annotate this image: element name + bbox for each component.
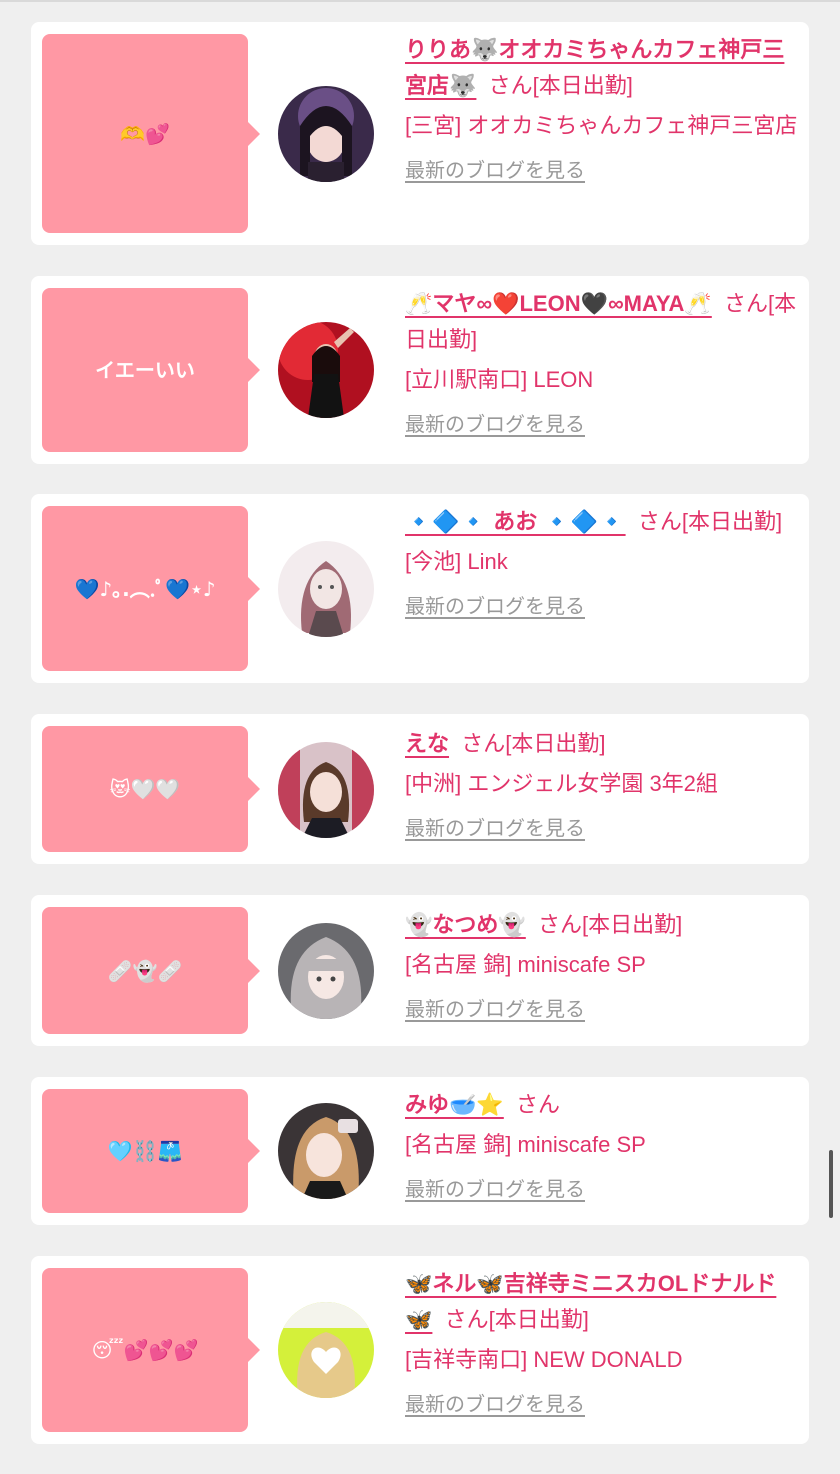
- blog-entry-card: 🩵⛓️🩳 みゆ🥣⭐️ さん [名古屋 錦] miniscafe SP 最新のブログ…: [31, 1077, 809, 1225]
- latest-blog-link[interactable]: 最新のブログを見る: [405, 997, 585, 1023]
- name-suffix: さん[本日出勤]: [461, 731, 606, 756]
- name-suffix: さん[本日出勤]: [444, 1307, 589, 1332]
- entry-info: えな さん[本日出勤] [中洲] エンジェル女学園 3年2組 最新のブログを見る: [405, 726, 801, 846]
- blog-entry-list: 🫶💕 りりあ🐺オオカミちゃんカフェ神戸三宮店🐺 さん[本日出勤] [三宮] オオカ…: [0, 0, 840, 1474]
- girl-name-link[interactable]: 🥂マヤ∞❤️LEON🖤∞MAYA🥂: [405, 291, 712, 316]
- message-bubble: 🩵⛓️🩳: [42, 1089, 260, 1213]
- message-text: 🩹👻🩹: [107, 958, 183, 983]
- message-text: 🫶💕: [120, 121, 170, 146]
- shop-name: [中洲] エンジェル女学園 3年2組: [405, 771, 718, 796]
- shop-name: [名古屋 錦] miniscafe SP: [405, 1132, 646, 1157]
- avatar-image: [278, 541, 374, 637]
- avatar-image: [278, 742, 374, 838]
- blog-entry-card: イエーいい 🥂マヤ∞❤️LEON🖤∞MAYA🥂 さん[本日出勤] [立川駅南口] …: [31, 276, 809, 464]
- name-suffix: さん[本日出勤]: [538, 912, 683, 937]
- avatar[interactable]: [278, 1103, 374, 1199]
- entry-info: 👻なつめ👻 さん[本日出勤] [名古屋 錦] miniscafe SP 最新のブロ…: [405, 907, 801, 1027]
- message-bubble: 💙♪｡.︵.ﾟ💙⋆♪: [42, 506, 260, 671]
- shop-name: [三宮] オオカミちゃんカフェ神戸三宮店: [405, 113, 798, 138]
- message-text: 😻🤍🤍: [109, 777, 181, 801]
- shop-name: [今池] Link: [405, 549, 508, 574]
- message-text: 🩵⛓️🩳: [107, 1139, 183, 1163]
- blog-entry-card: 🫶💕 りりあ🐺オオカミちゃんカフェ神戸三宮店🐺 さん[本日出勤] [三宮] オオカ…: [31, 22, 809, 245]
- avatar[interactable]: [278, 1302, 374, 1398]
- latest-blog-link[interactable]: 最新のブログを見る: [405, 594, 585, 620]
- shop-name: [名古屋 錦] miniscafe SP: [405, 952, 646, 977]
- entry-info: 🔹🔷🔹 あお 🔹🔷🔹 さん[本日出勤] [今池] Link 最新のブログを見る: [405, 504, 801, 624]
- entry-info: 🥂マヤ∞❤️LEON🖤∞MAYA🥂 さん[本日出勤] [立川駅南口] LEON 最…: [405, 286, 801, 442]
- avatar[interactable]: [278, 541, 374, 637]
- shop-name: [立川駅南口] LEON: [405, 367, 594, 392]
- latest-blog-link[interactable]: 最新のブログを見る: [405, 1392, 585, 1418]
- blog-entry-card: 😻🤍🤍 えな さん[本日出勤] [中洲] エンジェル女学園 3年2組 最新のブログ…: [31, 714, 809, 864]
- message-text: 💙♪｡.︵.ﾟ💙⋆♪: [74, 576, 216, 601]
- girl-name-link[interactable]: 🔹🔷🔹 あお 🔹🔷🔹: [405, 509, 626, 534]
- name-suffix: さん[本日出勤]: [637, 509, 783, 534]
- avatar[interactable]: [278, 86, 374, 182]
- message-bubble: 😴💕💕💕: [42, 1268, 260, 1432]
- latest-blog-link[interactable]: 最新のブログを見る: [405, 816, 585, 842]
- shop-name: [吉祥寺南口] NEW DONALD: [405, 1347, 683, 1372]
- entry-info: 🦋ネル🦋吉祥寺ミニスカOLドナルド🦋 さん[本日出勤] [吉祥寺南口] NEW D…: [405, 1266, 801, 1422]
- girl-name-link[interactable]: えな: [405, 731, 449, 756]
- name-suffix: さん: [516, 1092, 561, 1117]
- name-suffix: さん[本日出勤]: [488, 73, 633, 98]
- latest-blog-link[interactable]: 最新のブログを見る: [405, 158, 585, 184]
- message-bubble: 🫶💕: [42, 34, 260, 233]
- avatar-image: [278, 1103, 374, 1199]
- avatar[interactable]: [278, 923, 374, 1019]
- message-bubble: イエーいい: [42, 288, 260, 452]
- scrollbar[interactable]: [829, 1150, 833, 1218]
- blog-entry-card: 💙♪｡.︵.ﾟ💙⋆♪ 🔹🔷🔹 あお 🔹🔷🔹 さん[本日出勤] [今池] Link …: [31, 494, 809, 683]
- message-bubble: 😻🤍🤍: [42, 726, 260, 852]
- avatar[interactable]: [278, 322, 374, 418]
- latest-blog-link[interactable]: 最新のブログを見る: [405, 1177, 585, 1203]
- message-text: イエーいい: [95, 358, 195, 382]
- avatar-image: [278, 1302, 374, 1398]
- entry-info: りりあ🐺オオカミちゃんカフェ神戸三宮店🐺 さん[本日出勤] [三宮] オオカミちゃ…: [405, 32, 801, 188]
- girl-name-link[interactable]: 👻なつめ👻: [405, 912, 526, 937]
- avatar-image: [278, 322, 374, 418]
- avatar-image: [278, 86, 374, 182]
- message-text: 😴💕💕💕: [91, 1338, 199, 1362]
- blog-entry-card: 😴💕💕💕 🦋ネル🦋吉祥寺ミニスカOLドナルド🦋 さん[本日出勤] [吉祥寺南口] …: [31, 1256, 809, 1444]
- girl-name-link[interactable]: みゆ🥣⭐️: [405, 1092, 504, 1117]
- blog-entry-card: 🩹👻🩹 👻なつめ👻 さん[本日出勤] [名古屋 錦] miniscafe SP 最…: [31, 895, 809, 1046]
- avatar-image: [278, 923, 374, 1019]
- avatar[interactable]: [278, 742, 374, 838]
- entry-info: みゆ🥣⭐️ さん [名古屋 錦] miniscafe SP 最新のブログを見る: [405, 1087, 801, 1207]
- latest-blog-link[interactable]: 最新のブログを見る: [405, 412, 585, 438]
- message-bubble: 🩹👻🩹: [42, 907, 260, 1034]
